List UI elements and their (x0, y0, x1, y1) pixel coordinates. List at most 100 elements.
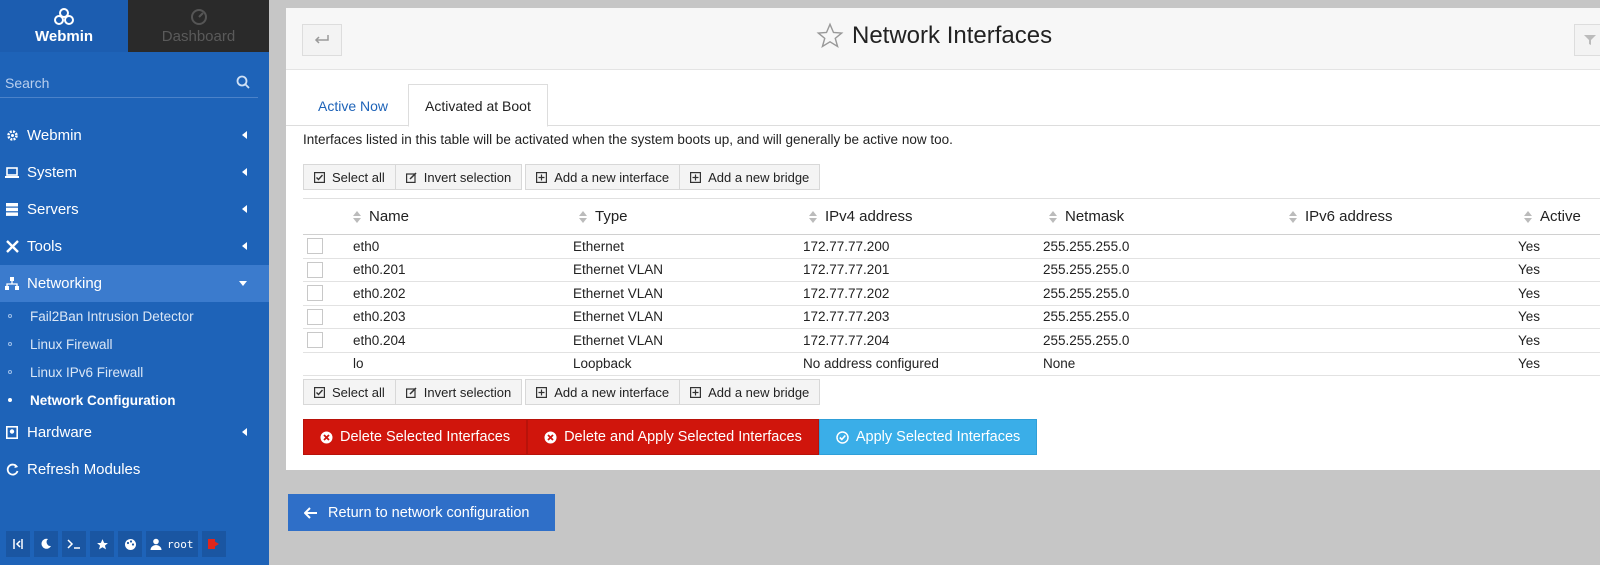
sidebar-item-servers[interactable]: Servers (0, 191, 269, 228)
favorites-button[interactable] (90, 531, 114, 557)
sidebar-subitem-label: Network Configuration (30, 392, 176, 408)
invert-selection-button[interactable]: Invert selection (394, 379, 523, 405)
tab-activated-at-boot[interactable]: Activated at Boot (408, 84, 548, 127)
tab-active-now[interactable]: Active Now (302, 84, 404, 127)
row-checkbox[interactable] (307, 308, 323, 325)
sidebar-item-label: Webmin (27, 127, 82, 144)
column-header-type[interactable]: Type (573, 198, 803, 235)
interface-name-link[interactable]: eth0.203 (343, 305, 573, 329)
cell-active: Yes (1518, 258, 1600, 282)
invert-selection-label: Invert selection (423, 169, 512, 185)
cell-ipv6 (1283, 234, 1518, 259)
apply-selected-button[interactable]: Apply Selected Interfaces (818, 419, 1038, 455)
select-all-label: Select all (332, 169, 385, 185)
table-row: eth0.201 Ethernet VLAN 172.77.77.201 255… (303, 258, 1600, 282)
column-header-name[interactable]: Name (343, 198, 573, 235)
row-checkbox[interactable] (307, 261, 323, 278)
column-header-ipv4[interactable]: IPv4 address (803, 198, 1043, 235)
sidebar-search (0, 68, 258, 98)
interface-name-link[interactable]: eth0.202 (343, 281, 573, 306)
cell-ipv6 (1283, 281, 1518, 306)
terminal-button[interactable] (62, 531, 86, 557)
add-interface-label: Add a new interface (554, 169, 670, 185)
interface-name-link[interactable]: eth0.201 (343, 258, 573, 282)
sort-icon (1524, 211, 1532, 224)
night-mode-button[interactable] (34, 531, 58, 557)
sidebar-item-label: System (27, 164, 78, 181)
selection-button-group: Select all Invert selection (303, 164, 523, 190)
sort-icon (1289, 211, 1297, 224)
theme-button[interactable] (118, 531, 142, 557)
sidebar-item-networking[interactable]: Networking (0, 265, 269, 302)
moon-icon (41, 538, 51, 549)
filter-icon (1584, 35, 1596, 45)
column-header-active[interactable]: Active (1518, 198, 1600, 235)
row-checkbox[interactable] (307, 332, 323, 349)
cell-ipv6 (1283, 328, 1518, 353)
table-row: lo Loopback No address configured None Y… (303, 352, 1600, 376)
invert-selection-button[interactable]: Invert selection (394, 164, 523, 190)
add-button-group: Add a new interface Add a new bridge (525, 379, 821, 405)
sort-icon (1049, 211, 1057, 224)
cell-ipv6 (1283, 352, 1518, 376)
sidebar-item-tools[interactable]: Tools (0, 228, 269, 265)
sidebar-subitem-label: Linux IPv6 Firewall (30, 364, 144, 380)
delete-selected-button[interactable]: Delete Selected Interfaces (303, 419, 528, 455)
sidebar-subitem-ipv6-firewall[interactable]: Linux IPv6 Firewall (0, 358, 269, 386)
sidebar-subitem-network-configuration[interactable]: Network Configuration (0, 386, 269, 414)
sidebar-item-label: Hardware (27, 424, 93, 441)
sidebar-item-hardware[interactable]: Hardware (0, 414, 269, 451)
sidebar-subitem-linux-firewall[interactable]: Linux Firewall (0, 330, 269, 358)
collapse-sidebar-button[interactable] (6, 531, 30, 557)
caret-left-icon (242, 205, 247, 213)
check-circle-icon (836, 430, 849, 444)
sidebar-subitem-fail2ban[interactable]: Fail2Ban Intrusion Detector (0, 302, 269, 330)
star-outline-icon[interactable] (816, 22, 844, 50)
page-title-text: Network Interfaces (852, 22, 1053, 49)
return-arrow-icon (314, 35, 329, 44)
tab-webmin[interactable]: Webmin (0, 0, 128, 52)
back-button[interactable] (302, 24, 342, 56)
select-all-button[interactable]: Select all (303, 379, 396, 405)
sidebar-menu: Webmin System Servers Tools Networking F… (0, 117, 269, 488)
add-bridge-button[interactable]: Add a new bridge (679, 164, 821, 190)
description-text: Interfaces listed in this table will be … (303, 132, 953, 147)
search-input[interactable] (5, 74, 225, 91)
user-button[interactable]: root (146, 531, 198, 557)
column-header-netmask[interactable]: Netmask (1043, 198, 1283, 235)
caret-left-icon (242, 428, 247, 436)
cell-type: Ethernet VLAN (573, 305, 803, 329)
sidebar-bottom-toolbar: root (6, 531, 226, 557)
table-header-row: Name Type IPv4 address Netmask IPv6 addr… (303, 198, 1600, 235)
delete-apply-selected-label: Delete and Apply Selected Interfaces (564, 429, 802, 445)
add-interface-button[interactable]: Add a new interface (525, 379, 681, 405)
cell-netmask: 255.255.255.0 (1043, 234, 1283, 259)
add-bridge-button[interactable]: Add a new bridge (679, 379, 821, 405)
table-row: eth0.202 Ethernet VLAN 172.77.77.202 255… (303, 281, 1600, 306)
table-row: eth0.203 Ethernet VLAN 172.77.77.203 255… (303, 305, 1600, 329)
filter-button[interactable] (1574, 24, 1600, 56)
delete-apply-selected-button[interactable]: Delete and Apply Selected Interfaces (527, 419, 819, 455)
edit-square-icon (405, 171, 417, 183)
webmin-logo-icon (54, 7, 74, 25)
column-header-ipv6[interactable]: IPv6 address (1283, 198, 1518, 235)
add-interface-button[interactable]: Add a new interface (525, 164, 681, 190)
sidebar-item-system[interactable]: System (0, 154, 269, 191)
return-button[interactable]: Return to network configuration (288, 494, 555, 531)
action-button-row: Delete Selected Interfaces Delete and Ap… (303, 419, 1038, 455)
search-icon[interactable] (236, 75, 250, 89)
row-checkbox[interactable] (307, 238, 323, 255)
interface-name-link[interactable]: eth0.204 (343, 328, 573, 353)
select-all-button[interactable]: Select all (303, 164, 396, 190)
row-checkbox[interactable] (307, 285, 323, 302)
cell-type: Ethernet VLAN (573, 281, 803, 306)
interface-name-link[interactable]: eth0 (343, 234, 573, 259)
sidebar-item-webmin[interactable]: Webmin (0, 117, 269, 154)
tab-dashboard[interactable]: Dashboard (128, 0, 269, 52)
bullet-icon (8, 370, 12, 374)
table-row: eth0.204 Ethernet VLAN 172.77.77.204 255… (303, 328, 1600, 353)
arrow-left-icon (304, 506, 318, 519)
sidebar-item-refresh-modules[interactable]: Refresh Modules (0, 451, 269, 488)
logout-button[interactable] (201, 531, 226, 557)
cell-netmask: None (1043, 352, 1283, 376)
